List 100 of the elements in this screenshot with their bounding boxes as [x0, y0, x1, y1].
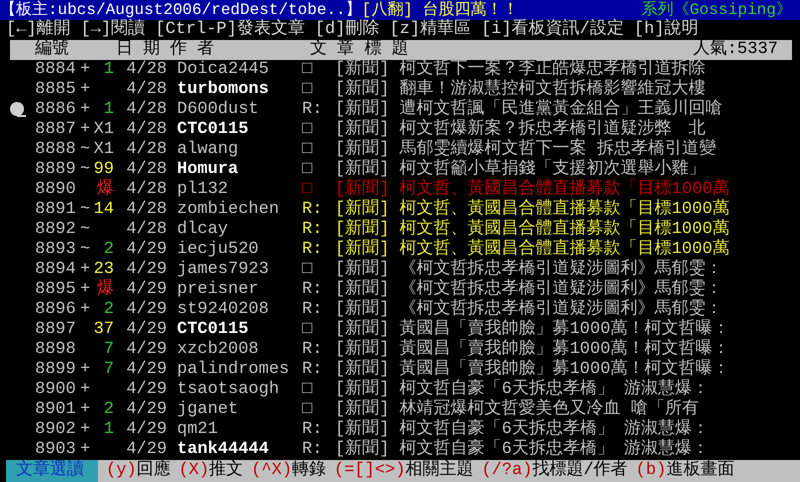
- post-title[interactable]: [新聞] 林靖冠爆柯文哲愛美色又冷血 嗆「所有: [335, 400, 699, 420]
- article-number: 8903: [35, 440, 76, 459]
- command-hint: (^X)轉錄: [250, 460, 326, 482]
- post-title[interactable]: [新聞] 《柯文哲拆忠孝橋引道疑涉圖利》馬郁雯：: [335, 300, 723, 320]
- push-count: 2: [104, 400, 114, 419]
- post-title[interactable]: [新聞] 《柯文哲拆忠孝橋引道疑涉圖利》馬郁雯：: [335, 260, 723, 280]
- column-header: 作 者: [169, 40, 216, 60]
- post-type-mark: R:: [302, 420, 322, 439]
- post-title[interactable]: [新聞] 馬郁雯續爆柯文哲下一案 拆忠孝橋引道變: [335, 140, 716, 160]
- author-name[interactable]: palindromes: [177, 360, 290, 379]
- article-number: 8894: [35, 260, 76, 279]
- post-title[interactable]: [新聞] 黃國昌「賣我帥臉」募1000萬！柯文哲曝：: [335, 320, 730, 340]
- key-hint: [←]離開: [6, 20, 71, 40]
- status-mark: ~: [80, 140, 90, 159]
- post-title[interactable]: [新聞] 柯文哲、黃國昌合體直播募款「目標1000萬: [335, 220, 730, 240]
- article-number: 8892: [35, 220, 76, 239]
- post-type-mark: R:: [302, 300, 322, 319]
- post-type-mark: R:: [302, 100, 322, 119]
- push-count: 2: [104, 240, 114, 259]
- post-date: 4/29: [126, 320, 167, 339]
- column-header: 編號: [35, 40, 70, 60]
- post-title[interactable]: [新聞] 翻車！游淑慧控柯文哲拆橋影響維冠大樓: [335, 80, 706, 100]
- author-name[interactable]: zombiechen: [177, 200, 280, 219]
- push-count: 7: [104, 360, 114, 379]
- key-hint: [z]精華區: [389, 20, 472, 40]
- post-type-mark: □: [302, 380, 312, 399]
- author-name[interactable]: qm21: [177, 420, 218, 439]
- post-type-mark: □: [302, 120, 312, 139]
- post-date: 4/28: [126, 60, 167, 79]
- post-title[interactable]: [新聞] 柯文哲、黃國昌合體直播募款「目標1000萬: [335, 200, 730, 220]
- push-count: 2: [104, 300, 114, 319]
- push-count: 7: [104, 340, 114, 359]
- post-title[interactable]: [新聞] 黃國昌「賣我帥臉」募1000萬！柯文哲曝：: [335, 360, 730, 380]
- post-date: 4/29: [126, 380, 167, 399]
- author-name[interactable]: iecju520: [177, 240, 259, 259]
- post-type-mark: □: [302, 140, 312, 159]
- push-count: 14: [94, 200, 114, 219]
- command-hint: (=[]<>)相關主題: [333, 460, 474, 482]
- push-count: 99: [94, 160, 114, 179]
- post-type-mark: R:: [302, 440, 322, 459]
- post-title[interactable]: [新聞] 柯文哲、黃國昌合體直播募款「目標1000萬: [335, 240, 730, 260]
- post-title[interactable]: [新聞] 遭柯文哲諷「民進黨黃金組合」王義川回嗆: [335, 100, 723, 120]
- author-name[interactable]: pl132: [177, 180, 228, 199]
- article-number: 8891: [35, 200, 76, 219]
- post-date: 4/29: [126, 400, 167, 419]
- push-count: X1: [94, 140, 114, 159]
- author-name[interactable]: Doica2445: [177, 60, 269, 79]
- post-title[interactable]: [新聞] 柯文哲自豪「6天拆忠孝橋」 游淑慧爆：: [335, 440, 710, 460]
- status-mark: ~: [80, 220, 90, 239]
- post-type-mark: □: [302, 160, 312, 179]
- post-date: 4/28: [126, 140, 167, 159]
- author-name[interactable]: CTC0115: [177, 320, 248, 339]
- article-number: 8884: [35, 60, 76, 79]
- post-title[interactable]: [新聞] 柯文哲自豪「6天拆忠孝橋」 游淑慧爆：: [335, 380, 710, 400]
- author-name[interactable]: alwang: [177, 140, 238, 159]
- author-name[interactable]: tank44444: [177, 440, 269, 459]
- post-type-mark: □: [302, 180, 312, 199]
- author-name[interactable]: xzcb2008: [177, 340, 259, 359]
- author-name[interactable]: CTC0115: [177, 120, 248, 139]
- push-count: 23: [94, 260, 114, 279]
- status-mark: ~: [80, 200, 90, 219]
- author-name[interactable]: D600dust: [177, 100, 259, 119]
- author-name[interactable]: dlcay: [177, 220, 228, 239]
- post-date: 4/29: [126, 300, 167, 319]
- article-number: 8888: [35, 140, 76, 159]
- author-name[interactable]: jganet: [177, 400, 238, 419]
- article-number: 8899: [35, 360, 76, 379]
- post-date: 4/28: [126, 80, 167, 99]
- command-hint: (X)推文: [178, 460, 244, 482]
- author-name[interactable]: tsaotsaogh: [177, 380, 280, 399]
- post-type-mark: □: [302, 60, 312, 79]
- post-date: 4/28: [126, 100, 167, 119]
- author-name[interactable]: st9240208: [177, 300, 269, 319]
- article-number: 8895: [35, 280, 76, 299]
- status-mark: ~: [80, 160, 90, 179]
- post-date: 4/28: [126, 120, 167, 139]
- status-mark: +: [80, 400, 90, 419]
- command-hint: (/?a)找標題/作者: [480, 460, 628, 482]
- post-title[interactable]: [新聞] 《柯文哲拆忠孝橋引道疑涉圖利》馬郁雯：: [335, 280, 723, 300]
- article-number: 8896: [35, 300, 76, 319]
- post-date: 4/29: [126, 240, 167, 259]
- post-date: 4/29: [126, 360, 167, 379]
- post-title[interactable]: [新聞] 柯文哲籲小草捐錢「支援初次選舉小雞」: [335, 160, 706, 180]
- push-count: 爆: [97, 280, 114, 299]
- article-number: 8901: [35, 400, 76, 419]
- post-type-mark: R:: [302, 340, 322, 359]
- author-name[interactable]: turbomons: [177, 80, 269, 99]
- post-title[interactable]: [新聞] 柯文哲爆新案？拆忠孝橋引道疑涉弊 北: [335, 120, 706, 140]
- key-hint: [i]看板資訊/設定: [481, 20, 624, 40]
- author-name[interactable]: Homura: [177, 160, 238, 179]
- status-mark: +: [80, 280, 90, 299]
- post-date: 4/29: [126, 340, 167, 359]
- key-hint: [Ctrl-P]發表文章: [155, 20, 305, 40]
- post-title[interactable]: [新聞] 黃國昌「賣我帥臉」募1000萬！柯文哲曝：: [335, 340, 730, 360]
- post-title[interactable]: [新聞] 柯文哲自豪「6天拆忠孝橋」 游淑慧爆：: [335, 420, 710, 440]
- push-count: 爆: [97, 180, 114, 199]
- post-date: 4/28: [126, 160, 167, 179]
- author-name[interactable]: james7923: [177, 260, 269, 279]
- author-name[interactable]: preisner: [177, 280, 259, 299]
- status-mark: +: [80, 260, 90, 279]
